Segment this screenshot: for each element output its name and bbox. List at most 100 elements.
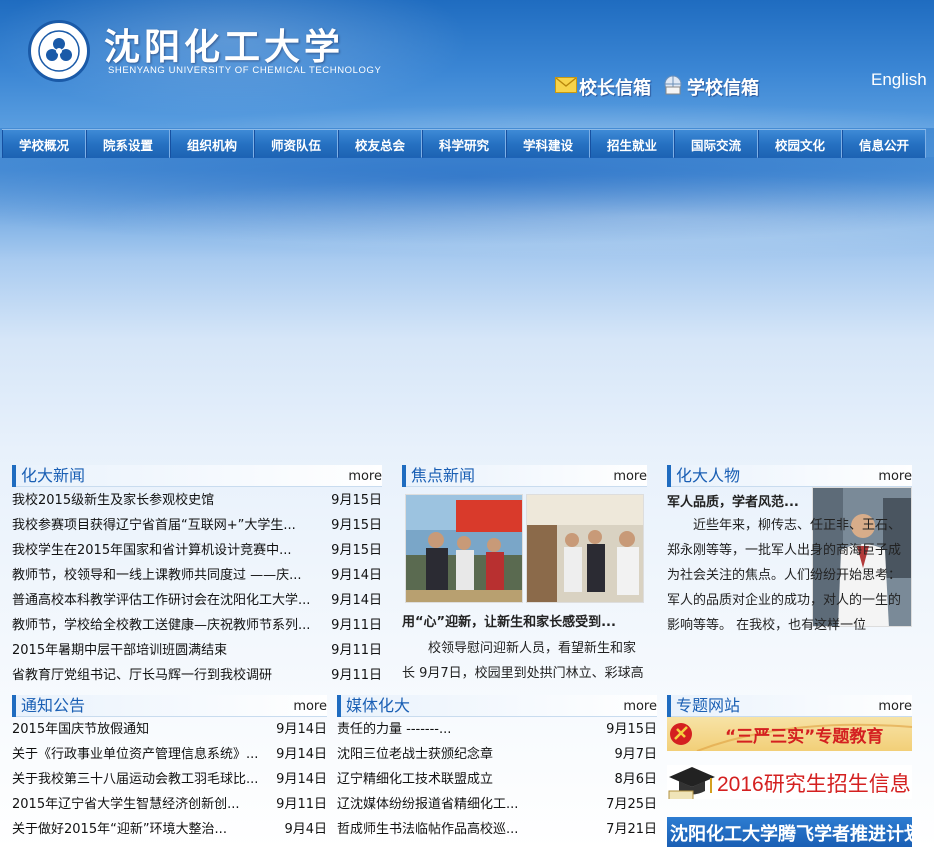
- nav-item-faculty[interactable]: 师资队伍: [254, 130, 338, 158]
- notice-item-title[interactable]: 关于我校第三十八届运动会教工羽毛球比...: [12, 767, 258, 792]
- media-item-title[interactable]: 辽宁精细化工技术联盟成立: [337, 767, 493, 792]
- news-item-date: 9月11日: [331, 668, 382, 683]
- topic-banner-2-label: 2016研究生招生信息: [717, 773, 911, 796]
- notice-item-title[interactable]: 2015年辽宁省大学生智慧经济创新创...: [12, 792, 239, 817]
- list-item[interactable]: 辽宁精细化工技术联盟成立 8月6日: [337, 767, 657, 792]
- list-item[interactable]: 关于做好2015年“迎新”环境大整治... 9月4日: [12, 817, 327, 842]
- notice-item-title[interactable]: 关于做好2015年“迎新”环境大整治...: [12, 817, 227, 842]
- list-item[interactable]: 关于我校第三十八届运动会教工羽毛球比... 9月14日: [12, 767, 327, 792]
- news-list: 我校2015级新生及家长参观校史馆 9月15日 我校参赛项目获得辽宁省首届“互联网…: [12, 488, 382, 688]
- nav-item-disciplines[interactable]: 学科建设: [506, 130, 590, 158]
- media-more-link[interactable]: more: [623, 699, 657, 714]
- notice-item-title[interactable]: 2015年国庆节放假通知: [12, 717, 149, 742]
- focus-news-photo[interactable]: [405, 494, 523, 603]
- people-more-link[interactable]: more: [878, 469, 912, 484]
- news-more-link[interactable]: more: [348, 469, 382, 484]
- people-section-title: 化大人物: [676, 466, 741, 485]
- list-item[interactable]: 普通高校本科教学评估工作研讨会在沈阳化工大学... 9月14日: [12, 588, 382, 613]
- university-name-en[interactable]: SHENYANG UNIVERSITY OF CHEMICAL TECHNOLO…: [108, 65, 381, 76]
- notice-list: 2015年国庆节放假通知 9月14日 关于《行政事业单位资产管理信息系统》... 9…: [12, 717, 327, 842]
- list-item[interactable]: 教师节，校领导和一线上课教师共同度过 ——庆... 9月14日: [12, 563, 382, 588]
- list-item[interactable]: 2015年国庆节放假通知 9月14日: [12, 717, 327, 742]
- university-name-cn[interactable]: 沈阳化工大学: [104, 18, 344, 70]
- topic-banner-three-strict[interactable]: “三严三实”专题教育: [667, 717, 912, 751]
- media-item-title[interactable]: 责任的力量 -------...: [337, 717, 451, 742]
- news-item-date: 9月11日: [331, 643, 382, 658]
- section-marker: [12, 695, 16, 717]
- list-item[interactable]: 关于《行政事业单位资产管理信息系统》... 9月14日: [12, 742, 327, 767]
- section-marker: [337, 695, 341, 717]
- list-item[interactable]: 省教育厅党组书记、厅长马辉一行到我校调研 9月11日: [12, 663, 382, 688]
- news-item-title[interactable]: 省教育厅党组书记、厅长马辉一行到我校调研: [12, 663, 272, 688]
- notice-more-link[interactable]: more: [293, 699, 327, 714]
- media-section: 媒体化大 more 责任的力量 -------... 9月15日 沈阳三位老战士获…: [337, 695, 657, 842]
- list-item[interactable]: 责任的力量 -------... 9月15日: [337, 717, 657, 742]
- university-emblem-icon[interactable]: [28, 20, 90, 82]
- news-item-title[interactable]: 我校参赛项目获得辽宁省首届“互联网+”大学生...: [12, 513, 296, 538]
- news-item-date: 9月15日: [331, 493, 382, 508]
- nav-item-departments[interactable]: 院系设置: [86, 130, 170, 158]
- envelope-icon: [555, 76, 577, 98]
- section-marker: [667, 695, 671, 717]
- site-header: 沈阳化工大学 SHENYANG UNIVERSITY OF CHEMICAL T…: [0, 0, 934, 128]
- people-summary: 近些年来，柳传志、任正非、王石、郑永刚等等，一批军人出身的商海巨子成为社会关注的…: [667, 513, 907, 688]
- english-version-link[interactable]: English: [871, 70, 927, 90]
- notice-item-date: 9月11日: [276, 797, 327, 812]
- list-item[interactable]: 沈阳三位老战士获颁纪念章 9月7日: [337, 742, 657, 767]
- school-mailbox-link[interactable]: 学校信箱: [661, 74, 759, 100]
- focus-news-section: 焦点新闻 more 用“心”迎新，让新生和家长感受到... 校领导慰问迎新人员，…: [402, 465, 647, 690]
- nav-item-disclosure[interactable]: 信息公开: [842, 130, 926, 158]
- nav-item-organization[interactable]: 组织机构: [170, 130, 254, 158]
- focus-news-photo[interactable]: [526, 494, 644, 603]
- nav-item-about[interactable]: 学校概况: [2, 130, 86, 158]
- focus-summary: 校领导慰问迎新人员，看望新生和家长 9月7日，校园里到处拱门林立、彩球高: [402, 641, 644, 681]
- news-item-title[interactable]: 教师节，校领导和一线上课教师共同度过 ——庆...: [12, 563, 302, 588]
- media-item-date: 9月7日: [614, 747, 657, 762]
- focus-headline[interactable]: 用“心”迎新，让新生和家长感受到...: [402, 611, 647, 630]
- nav-item-admissions[interactable]: 招生就业: [590, 130, 674, 158]
- list-item[interactable]: 我校参赛项目获得辽宁省首届“互联网+”大学生... 9月15日: [12, 513, 382, 538]
- news-item-title[interactable]: 我校学生在2015年国家和省计算机设计竞赛中...: [12, 538, 291, 563]
- news-item-title[interactable]: 2015年暑期中层干部培训班圆满结束: [12, 638, 227, 663]
- list-item[interactable]: 2015年辽宁省大学生智慧经济创新创... 9月11日: [12, 792, 327, 817]
- topic-banner-3-label: 沈阳化工大学腾飞学者推进计划: [670, 824, 912, 845]
- topics-section-title: 专题网站: [676, 696, 741, 715]
- notice-section: 通知公告 more 2015年国庆节放假通知 9月14日 关于《行政事业单位资产管…: [12, 695, 327, 842]
- section-marker: [402, 465, 406, 487]
- nav-item-campus-culture[interactable]: 校园文化: [758, 130, 842, 158]
- notice-item-title[interactable]: 关于《行政事业单位资产管理信息系统》...: [12, 742, 258, 767]
- section-marker: [667, 465, 671, 487]
- topics-more-link[interactable]: more: [878, 699, 912, 714]
- list-item[interactable]: 教师节，学校给全校教工送健康—庆祝教师节系列... 9月11日: [12, 613, 382, 638]
- notice-item-date: 9月14日: [276, 772, 327, 787]
- main-nav: 学校概况 院系设置 组织机构 师资队伍 校友总会 科学研究 学科建设 招生就业 …: [2, 129, 926, 158]
- news-item-title[interactable]: 我校2015级新生及家长参观校史馆: [12, 488, 214, 513]
- topic-banner-scholar-plan[interactable]: 沈阳化工大学腾飞学者推进计划: [667, 817, 912, 847]
- news-section-header: 化大新闻 more: [12, 465, 382, 487]
- topic-banner-graduate-admission[interactable]: 2016研究生招生信息: [667, 765, 912, 799]
- media-section-header: 媒体化大 more: [337, 695, 657, 717]
- news-item-date: 9月11日: [331, 618, 382, 633]
- news-item-title[interactable]: 普通高校本科教学评估工作研讨会在沈阳化工大学...: [12, 588, 310, 613]
- nav-item-international[interactable]: 国际交流: [674, 130, 758, 158]
- media-item-title[interactable]: 哲成师生书法临帖作品高校巡...: [337, 817, 518, 842]
- media-item-date: 8月6日: [614, 772, 657, 787]
- news-item-title[interactable]: 教师节，学校给全校教工送健康—庆祝教师节系列...: [12, 613, 310, 638]
- topic-banner-1-label: “三严三实”专题教育: [725, 727, 884, 747]
- media-item-title[interactable]: 辽沈媒体纷纷报道省精细化工...: [337, 792, 518, 817]
- list-item[interactable]: 我校2015级新生及家长参观校史馆 9月15日: [12, 488, 382, 513]
- list-item[interactable]: 哲成师生书法临帖作品高校巡... 7月21日: [337, 817, 657, 842]
- nav-item-alumni[interactable]: 校友总会: [338, 130, 422, 158]
- focus-more-link[interactable]: more: [613, 469, 647, 484]
- people-headline[interactable]: 军人品质，学者风范...: [667, 491, 807, 510]
- school-mailbox-label: 学校信箱: [687, 78, 759, 99]
- president-mailbox-link[interactable]: 校长信箱: [555, 74, 651, 100]
- media-list: 责任的力量 -------... 9月15日 沈阳三位老战士获颁纪念章 9月7日 辽…: [337, 717, 657, 842]
- media-item-title[interactable]: 沈阳三位老战士获颁纪念章: [337, 742, 493, 767]
- people-summary-text: 近些年来，柳传志、任正非、王石、郑永刚等等，一批军人出身的商海巨子成为社会关注的…: [667, 518, 902, 633]
- list-item[interactable]: 2015年暑期中层干部培训班圆满结束 9月11日: [12, 638, 382, 663]
- list-item[interactable]: 我校学生在2015年国家和省计算机设计竞赛中... 9月15日: [12, 538, 382, 563]
- list-item[interactable]: 辽沈媒体纷纷报道省精细化工... 7月25日: [337, 792, 657, 817]
- nav-item-research[interactable]: 科学研究: [422, 130, 506, 158]
- notice-item-date: 9月4日: [284, 822, 327, 837]
